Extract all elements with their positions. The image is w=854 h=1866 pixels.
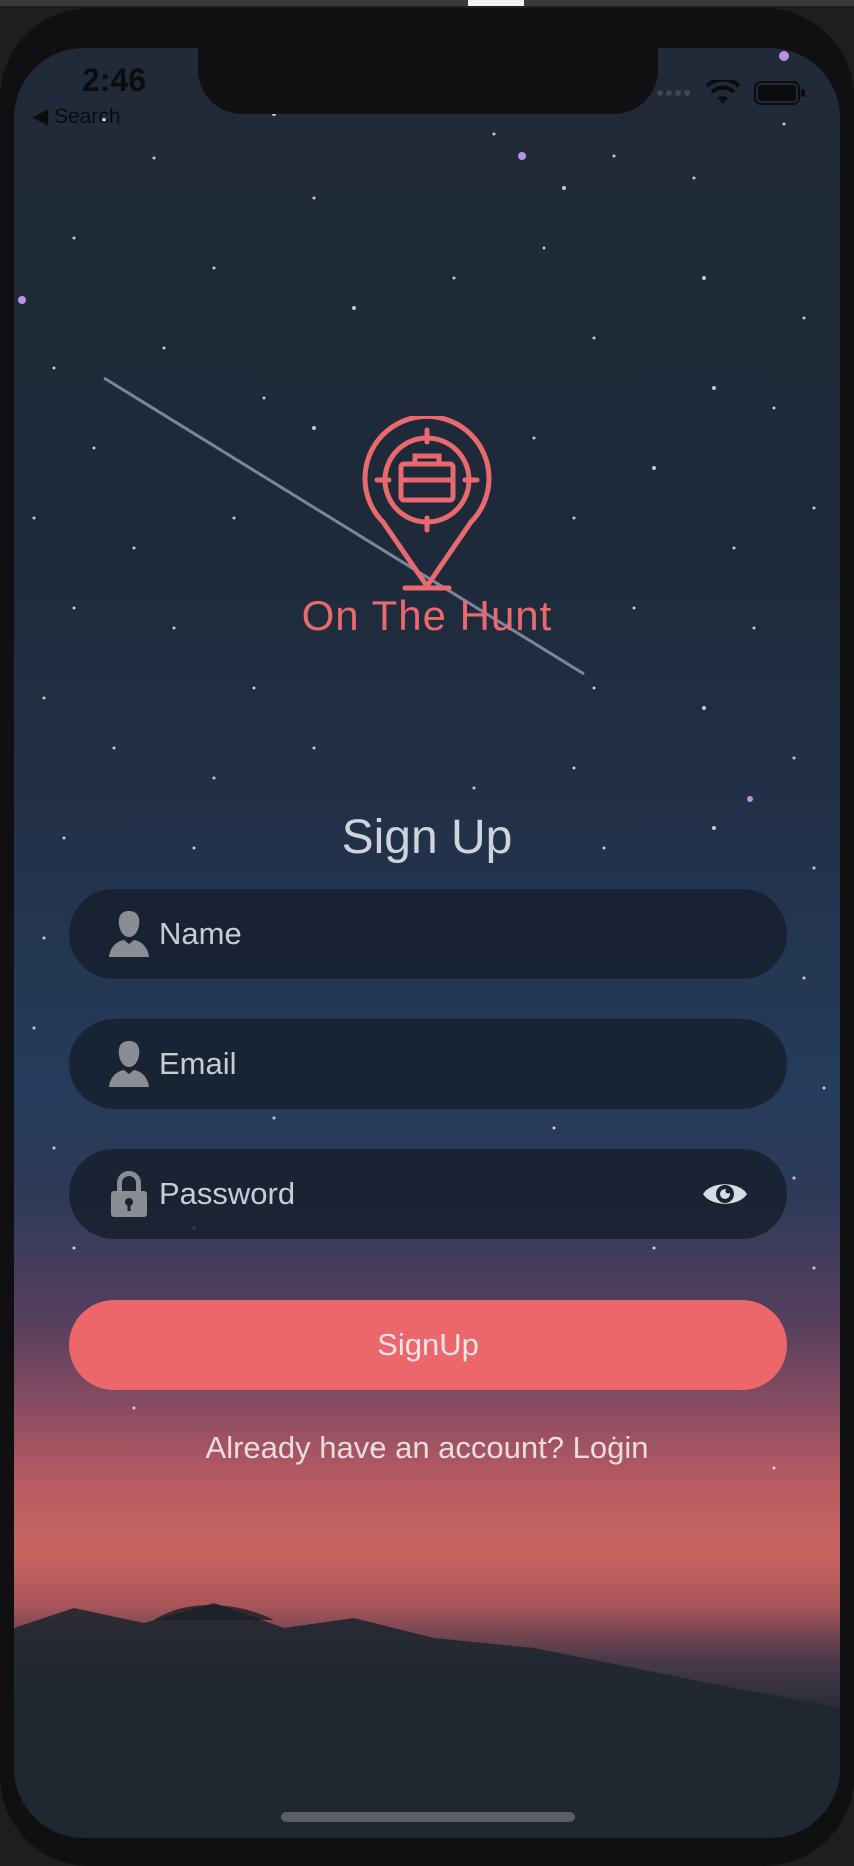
device: 2:46 ◀ Search On The Hunt Sign Up Name E… xyxy=(0,0,854,1866)
location-pin-target-briefcase-icon xyxy=(362,416,492,591)
wifi-icon xyxy=(706,80,740,104)
back-to-search-link[interactable]: ◀ Search xyxy=(32,104,121,129)
status-icons xyxy=(656,80,806,106)
password-field[interactable] xyxy=(69,1149,787,1239)
window-top-strip xyxy=(0,0,854,6)
email-field[interactable] xyxy=(69,1019,787,1109)
home-indicator xyxy=(281,1812,575,1822)
app-name: On The Hunt xyxy=(301,592,553,639)
page-title: Sign Up xyxy=(341,811,513,864)
battery-icon xyxy=(754,81,805,105)
lock-icon xyxy=(111,1171,147,1217)
login-link[interactable]: Already have an account? Login xyxy=(0,1430,854,1466)
signup-button[interactable]: SignUp xyxy=(69,1300,787,1390)
person-icon xyxy=(109,911,149,957)
phone-notch xyxy=(198,48,658,114)
eye-icon[interactable] xyxy=(701,1175,749,1213)
signal-icon xyxy=(657,90,690,96)
status-time: 2:46 xyxy=(82,62,147,98)
name-input[interactable] xyxy=(159,889,699,979)
password-input[interactable] xyxy=(159,1149,699,1239)
name-field[interactable] xyxy=(69,889,787,979)
email-input[interactable] xyxy=(159,1019,699,1109)
person-icon xyxy=(109,1041,149,1087)
